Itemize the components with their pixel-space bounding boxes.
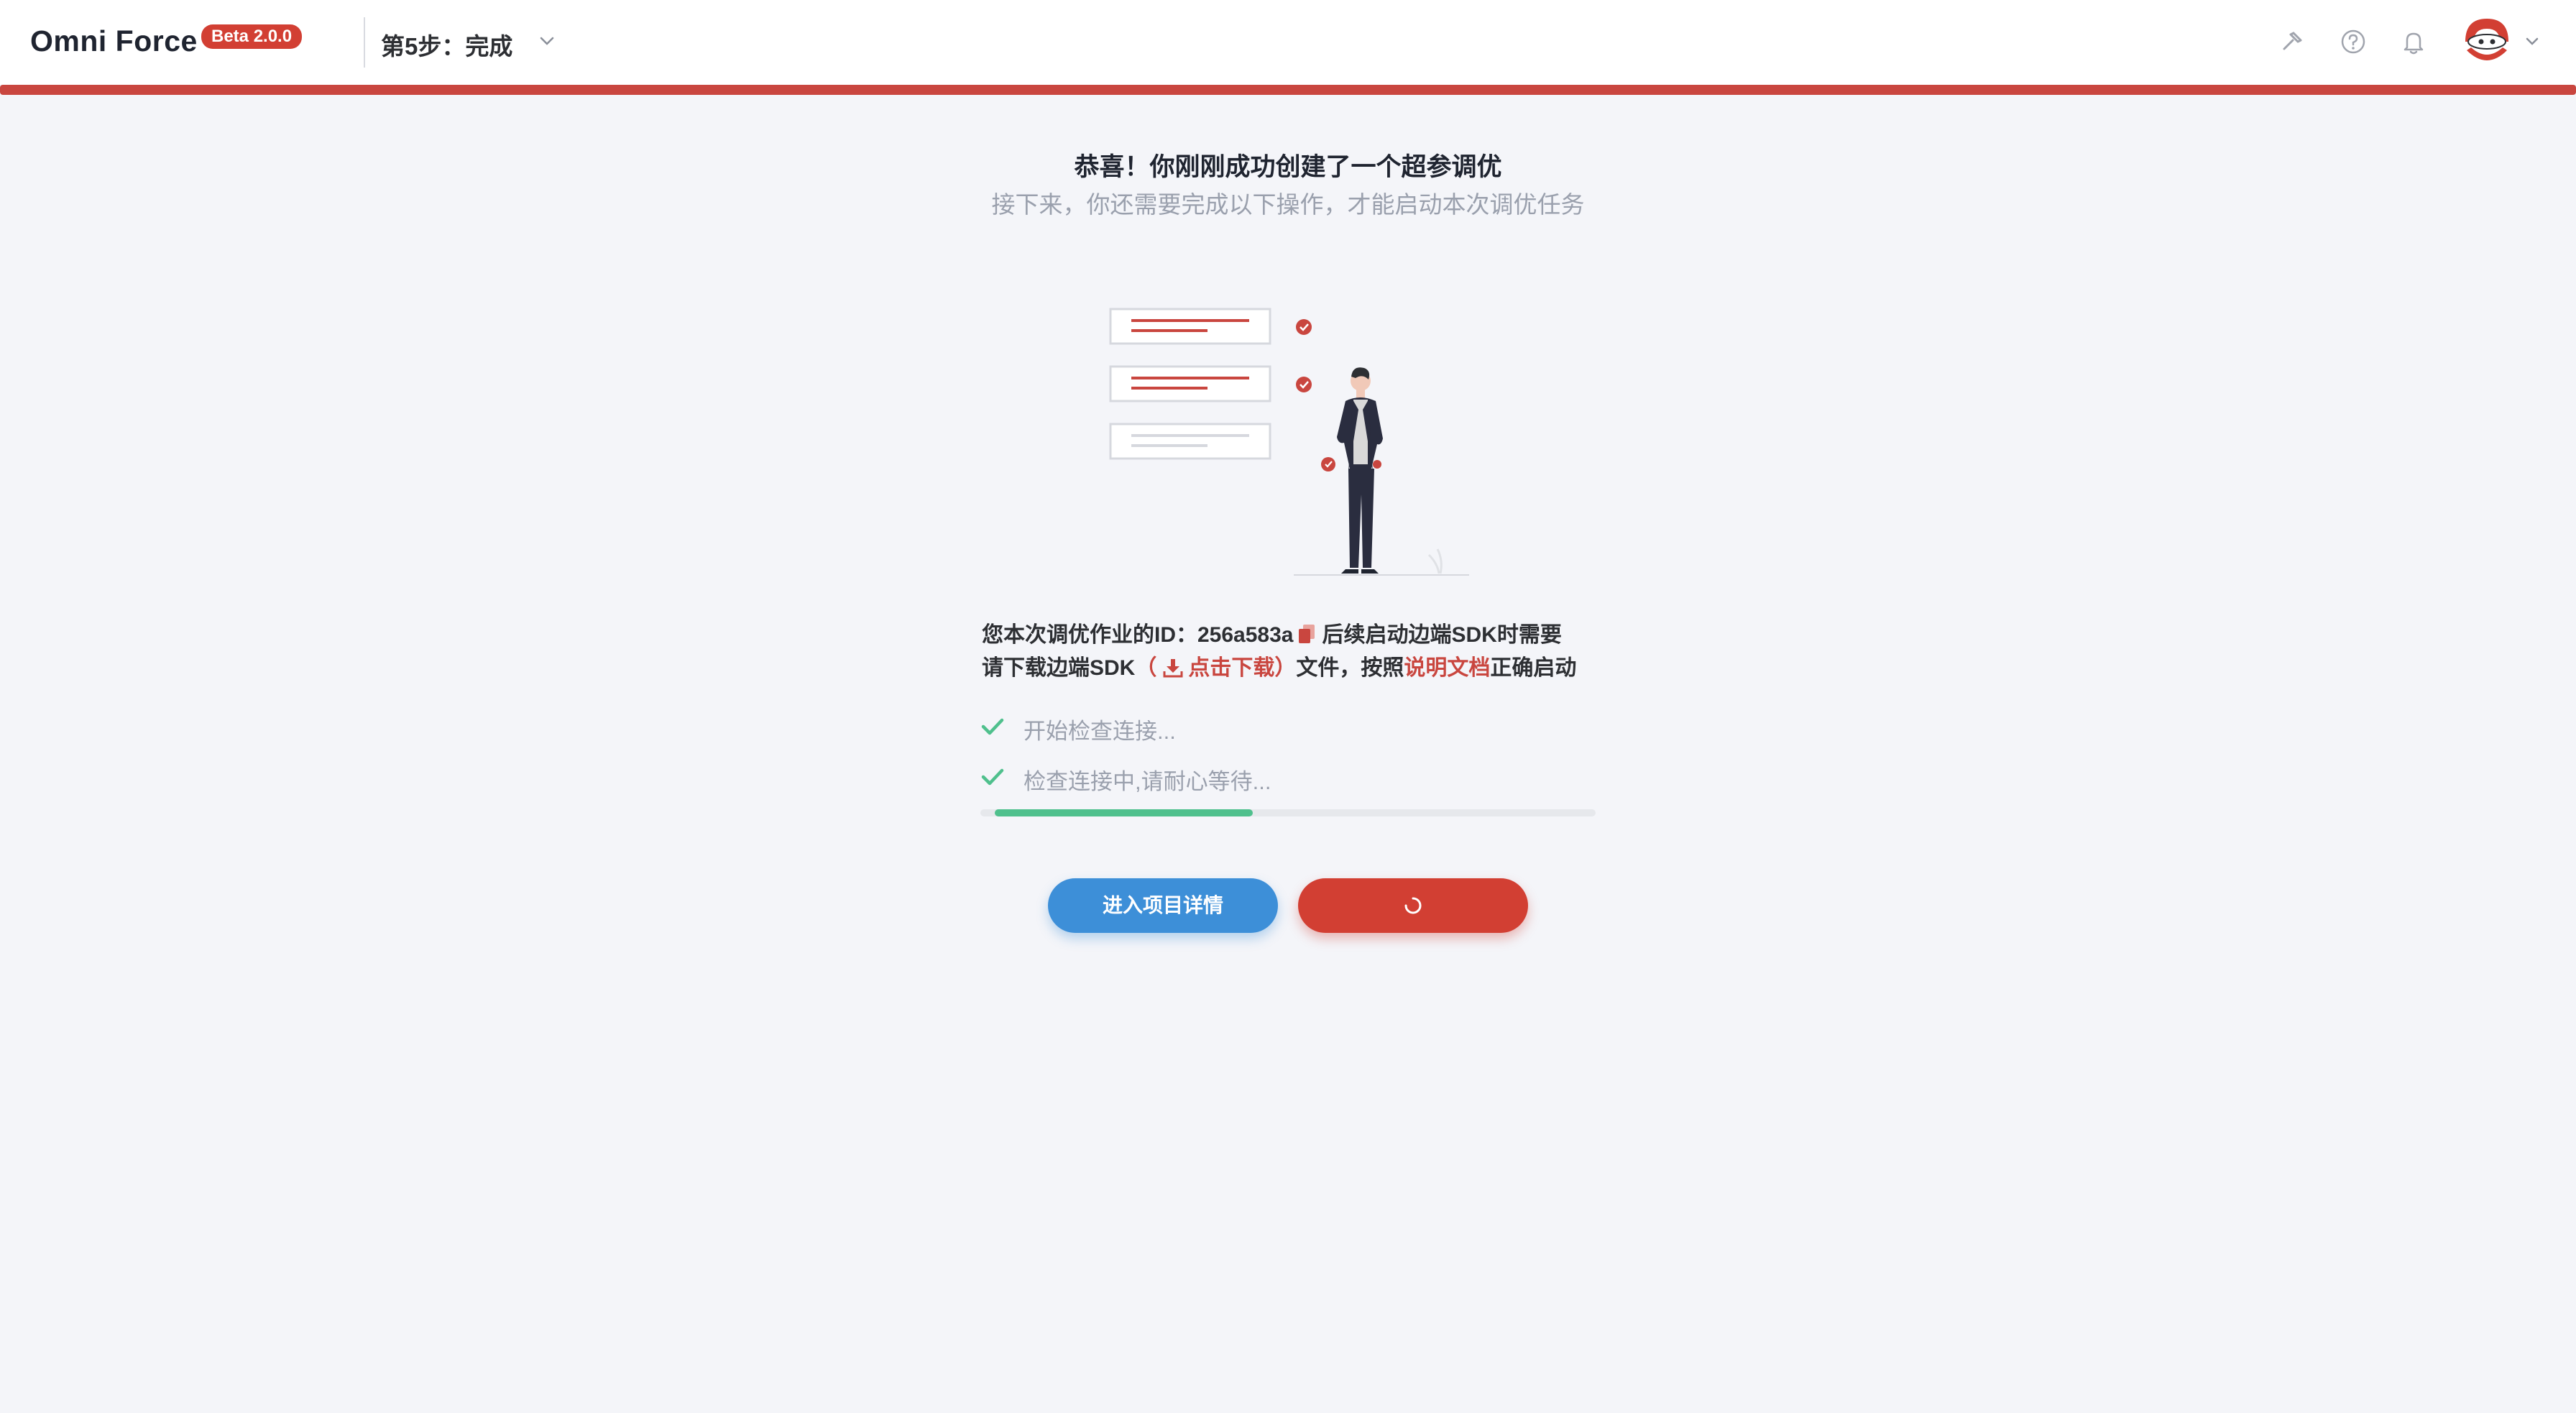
page-title: 恭喜！你刚刚成功创建了一个超参调优 <box>1074 153 1502 181</box>
check-icon <box>981 768 1004 786</box>
loading-button[interactable] <box>1298 878 1528 933</box>
download-link[interactable]: 点击下载 <box>1188 656 1274 680</box>
download-icon[interactable] <box>1162 657 1184 678</box>
step-selector[interactable]: 第5步：完成 <box>381 27 512 62</box>
check-text: 检查连接中,请耐心等待... <box>1024 769 1271 794</box>
job-id-line: 您本次调优作业的ID：256a583a 后续启动边端SDK时需要 <box>982 617 1600 648</box>
avatar[interactable] <box>2458 13 2516 70</box>
success-illustration <box>1109 308 1469 576</box>
job-id-hint: 后续启动边端SDK时需要 <box>1322 623 1562 647</box>
job-id-label: 您本次调优作业的ID： <box>982 623 1197 647</box>
brand-name: Omni Force <box>30 24 198 57</box>
progress-fill <box>995 809 1253 816</box>
check-text: 开始检查连接... <box>1024 719 1176 744</box>
check-icon <box>981 718 1004 735</box>
top-bar: Omni Force Beta 2.0.0 第5步：完成 <box>0 0 2576 85</box>
accent-bar <box>0 85 2576 95</box>
paren-open: （ <box>1135 656 1157 680</box>
project-detail-button[interactable]: 进入项目详情 <box>1048 878 1278 933</box>
help-icon[interactable] <box>2339 27 2368 56</box>
version-badge: Beta 2.0.0 <box>201 24 303 49</box>
paren-close: ） <box>1274 656 1297 680</box>
download-text: 请下载边端SDK <box>982 656 1136 680</box>
download-line: 请下载边端SDK（ 点击下载）文件，按照说明文档正确启动 <box>982 650 1600 681</box>
loading-spinner-icon <box>1404 897 1422 914</box>
chevron-down-icon[interactable] <box>536 30 558 52</box>
copy-icon[interactable] <box>1297 623 1316 645</box>
bell-icon[interactable] <box>2399 27 2428 56</box>
connection-progress <box>980 809 1596 816</box>
doc-link[interactable]: 说明文档 <box>1404 656 1490 680</box>
chevron-down-icon[interactable] <box>2523 32 2542 50</box>
job-id-value: 256a583a <box>1197 623 1294 647</box>
header-divider <box>364 17 365 68</box>
hammer-icon[interactable] <box>2278 27 2307 56</box>
download-mid: 文件，按照 <box>1296 656 1404 680</box>
page-subtitle: 接下来，你还需要完成以下操作，才能启动本次调优任务 <box>991 191 1585 218</box>
download-suffix: 正确启动 <box>1490 656 1577 680</box>
